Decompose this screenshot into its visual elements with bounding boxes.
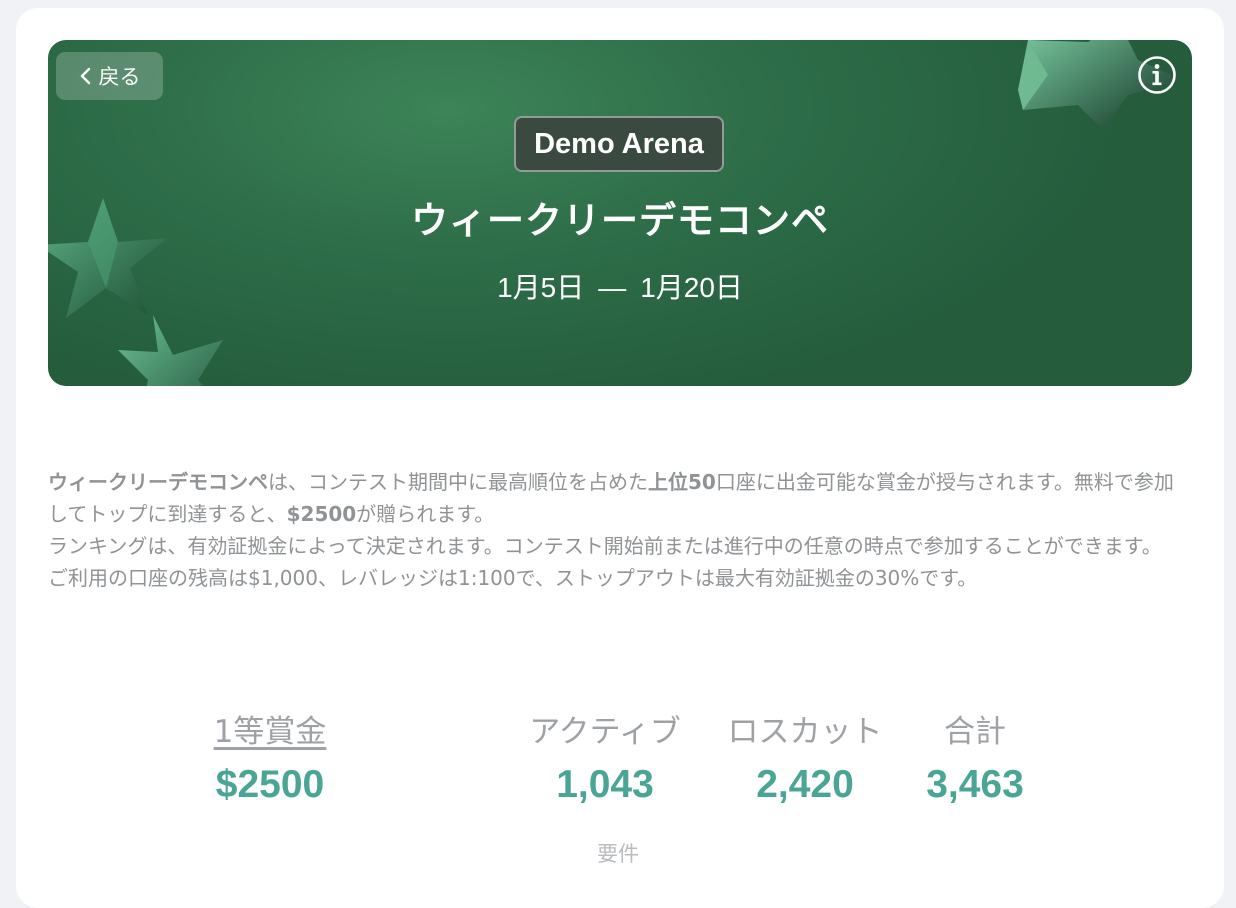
description-paragraph-1: ウィークリーデモコンペは、コンテスト期間中に最高順位を占めた上位50口座に出金可… — [48, 466, 1188, 530]
back-button[interactable]: 戻る — [56, 52, 163, 100]
description-paragraph-3: ご利用の口座の残高は$1,000、レバレッジは1:100で、ストップアウトは最大… — [48, 566, 978, 590]
active-label: アクティブ — [529, 714, 681, 750]
date-start: 1月5日 — [497, 272, 585, 303]
competition-banner: 戻る Demo Arena ウィークリーデモコンペ 1月5日 — 1月20日 — [48, 40, 1192, 386]
total-label: 合計 — [944, 714, 1006, 750]
stat-first-prize: 1等賞金 $2500 — [170, 712, 370, 808]
total-value: 3,463 — [926, 763, 1024, 806]
description-text: が贈られます。 — [356, 502, 495, 526]
chevron-left-icon — [80, 67, 90, 85]
description-bold-name: ウィークリーデモコンペ — [48, 470, 268, 494]
first-prize-label[interactable]: 1等賞金 — [170, 712, 370, 752]
description-paragraph-2: ランキングは、有効証拠金によって決定されます。コンテスト開始前または進行中の任意… — [48, 534, 1162, 558]
first-prize-value: $2500 — [215, 763, 325, 806]
stat-active: アクティブ 1,043 — [515, 712, 695, 808]
competition-dates: 1月5日 — 1月20日 — [48, 266, 1192, 306]
arena-badge: Demo Arena — [514, 116, 724, 172]
description-bold-prize: $2500 — [286, 502, 357, 526]
stat-total: 合計 3,463 — [895, 712, 1055, 808]
stat-stopout: ロスカット 2,420 — [715, 712, 895, 808]
requirements-label[interactable]: 要件 — [0, 838, 1236, 868]
date-end: 1月20日 — [640, 272, 743, 303]
info-icon[interactable] — [1137, 55, 1177, 95]
description-text: は、コンテスト期間中に最高順位を占めた — [268, 470, 648, 494]
description-bold-top: 上位50 — [648, 470, 716, 494]
competition-description: ウィークリーデモコンペは、コンテスト期間中に最高順位を占めた上位50口座に出金可… — [48, 466, 1188, 594]
date-separator: — — [598, 272, 627, 303]
stopout-value: 2,420 — [756, 763, 854, 806]
back-button-label: 戻る — [98, 65, 141, 89]
competition-title: ウィークリーデモコンペ — [411, 199, 829, 242]
star-decoration-icon — [118, 315, 223, 386]
stopout-label: ロスカット — [727, 714, 883, 750]
active-value: 1,043 — [556, 763, 654, 806]
